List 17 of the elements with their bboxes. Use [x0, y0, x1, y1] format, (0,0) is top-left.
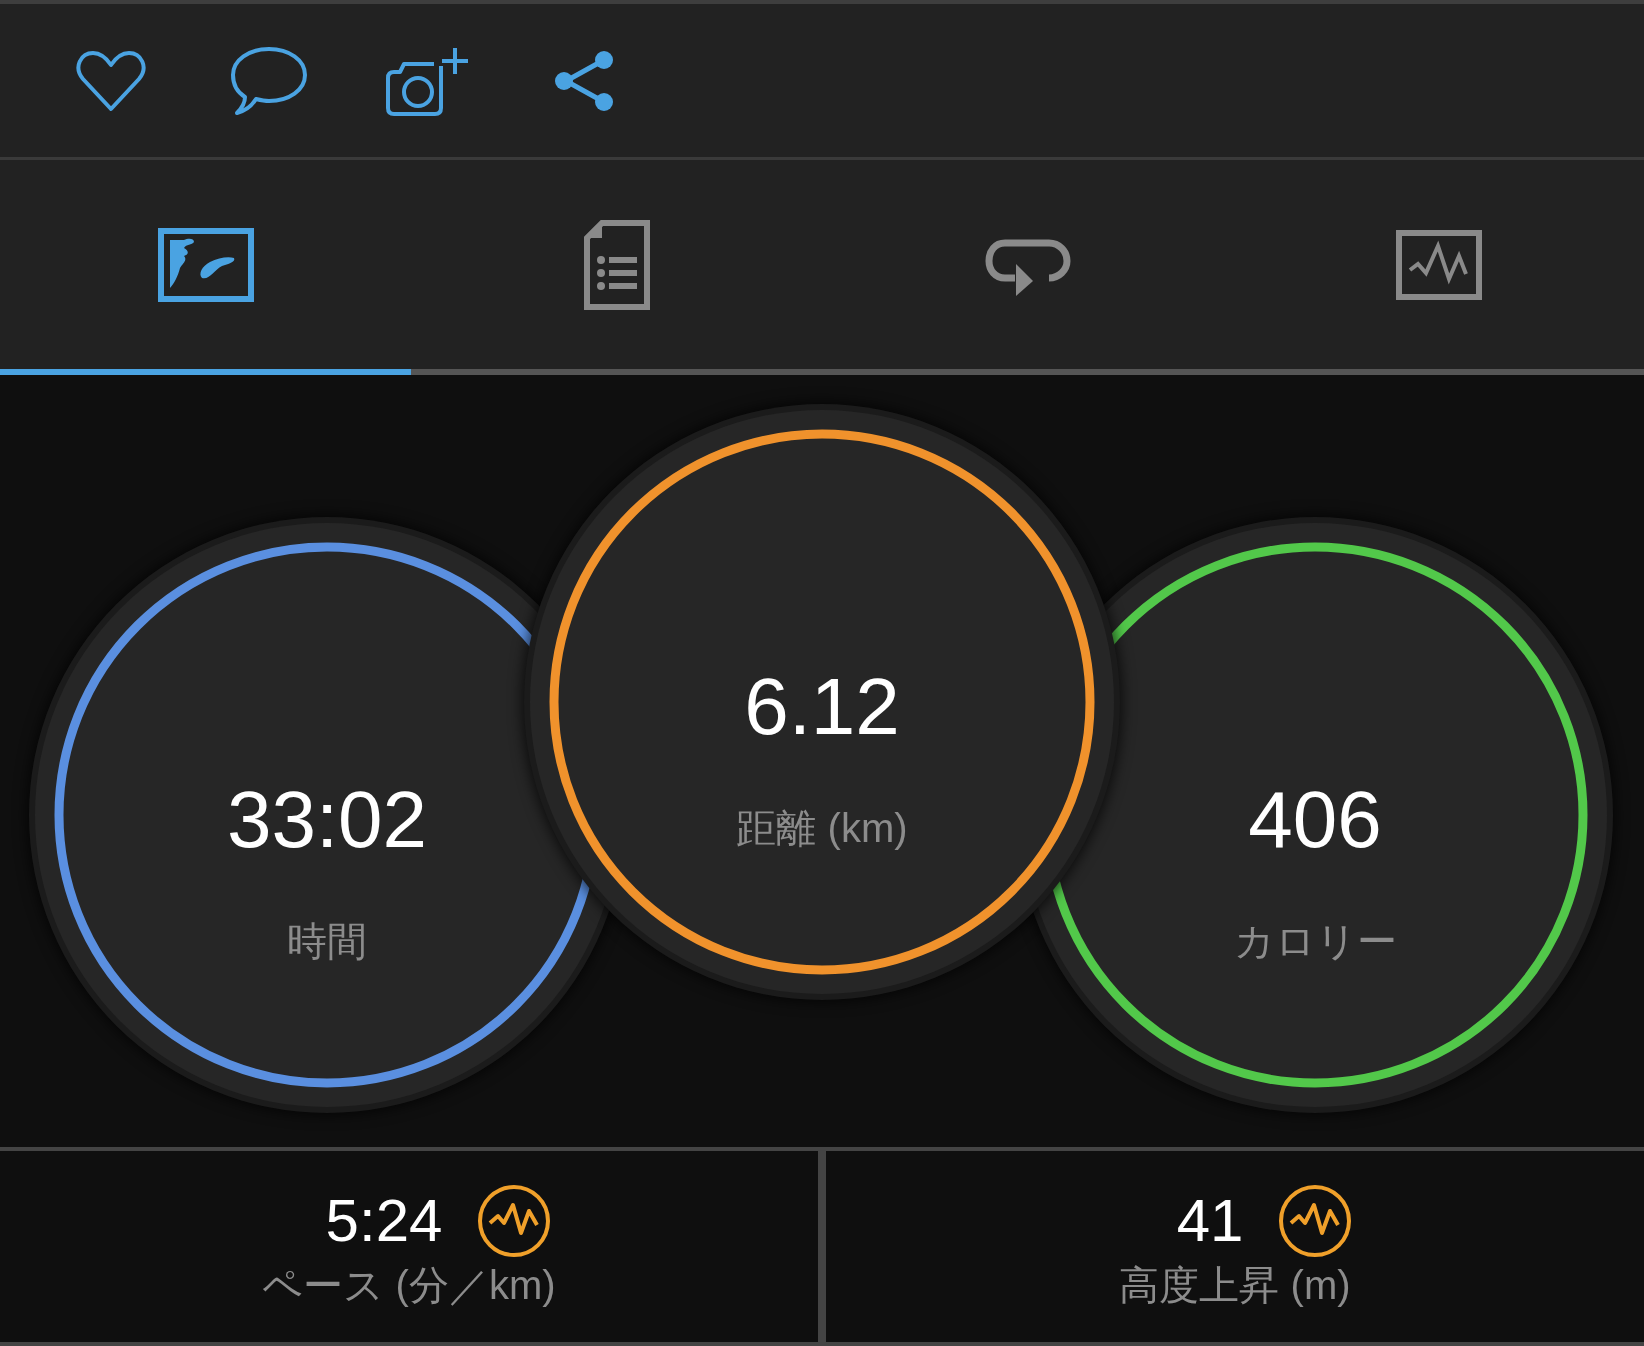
map-icon	[157, 227, 254, 302]
stat-value: 6.12	[744, 662, 900, 752]
heart-icon	[75, 48, 147, 113]
stat-value: 33:02	[226, 775, 428, 865]
stat-label: 時間	[287, 918, 367, 965]
stat-label: 高度上昇 (m)	[1119, 1261, 1351, 1309]
stat-label: 距離 (km)	[736, 805, 908, 852]
stat-value: 41	[1176, 1185, 1244, 1256]
stat-label: カロリー	[1233, 918, 1397, 965]
activity-chart-icon	[1395, 229, 1482, 300]
activity-badge-icon	[1277, 1182, 1354, 1259]
speech-bubble-icon	[229, 44, 309, 117]
stat-label: ペース (分／km)	[262, 1261, 556, 1309]
stat-value: 406	[1248, 775, 1382, 865]
stat-value: 5:24	[325, 1185, 443, 1256]
activity-badge-icon	[476, 1182, 553, 1259]
document-list-icon	[583, 219, 650, 310]
